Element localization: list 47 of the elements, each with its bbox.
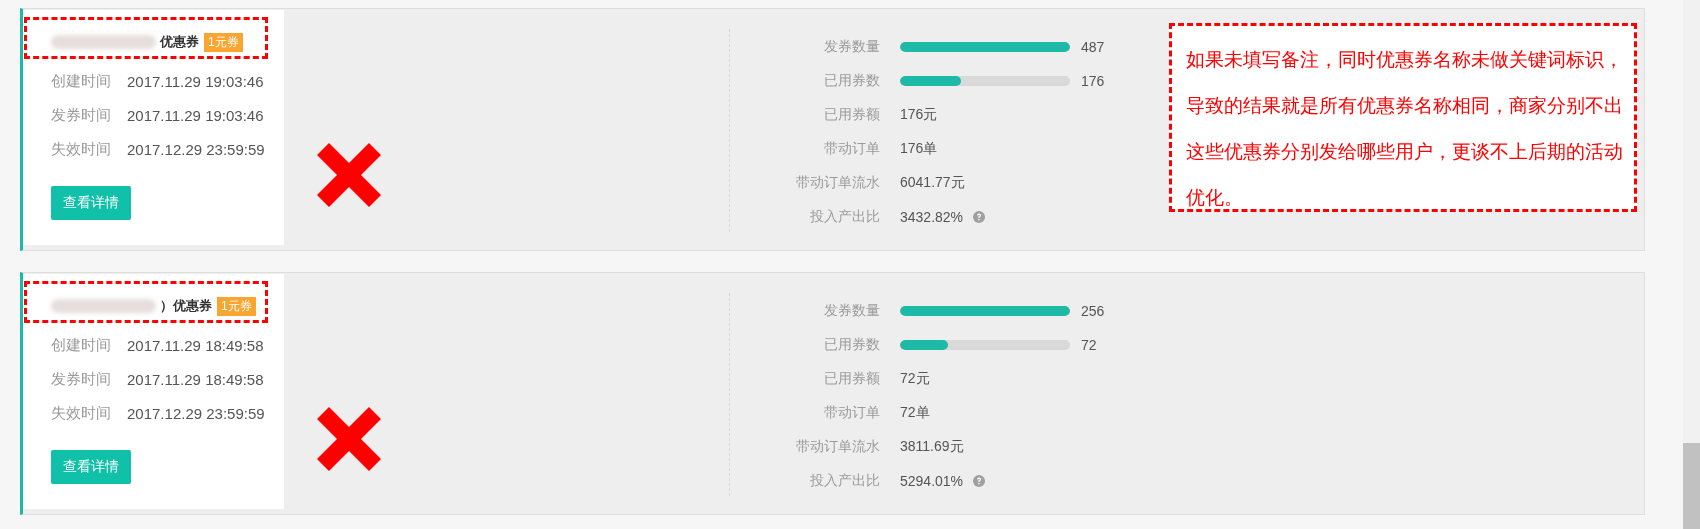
stat-value: 176: [1081, 73, 1105, 89]
stat-label: 已用券额: [823, 370, 880, 388]
stat-value: 72: [1081, 337, 1097, 353]
stat-label: 已用券额: [823, 106, 880, 124]
stat-label: 发券数量: [823, 302, 880, 320]
field-value: 2017.12.29 23:59:59: [127, 140, 265, 158]
help-icon: [973, 475, 986, 487]
stat-label: 已用券数: [823, 336, 880, 354]
field-label: 失效时间: [51, 403, 112, 423]
annotation-note: 如果未填写备注，同时优惠券名称未做关键词标识，导致的结果就是所有优惠券名称相同，商家分别不出这些优惠券分别发给哪些用户，更谈不上后期的活动优化。: [1169, 23, 1637, 212]
field-value: 2017.11.29 18:49:58: [127, 370, 264, 388]
stat-label: 带动订单: [823, 404, 880, 422]
stat-label: 已用券数: [823, 72, 880, 90]
stat-label: 带动订单流水: [795, 438, 880, 456]
field-label: 创建时间: [51, 335, 112, 355]
stat-value: 487: [1081, 39, 1105, 55]
coupon-tag: 1元券: [217, 296, 256, 316]
stat-value: 5294.01%: [900, 473, 964, 489]
field-value: 2017.11.29 19:03:46: [127, 106, 264, 124]
field-label: 创建时间: [51, 71, 112, 91]
stat-label: 发券数量: [823, 38, 880, 56]
stat-label: 带动订单: [823, 140, 880, 158]
details-button[interactable]: 查看详情: [51, 186, 131, 220]
field-value: 2017.11.29 19:03:46: [127, 72, 264, 90]
stat-label: 投入产出比: [809, 472, 880, 490]
field-value: 2017.11.29 18:49:58: [127, 336, 264, 354]
scrollbar-thumb[interactable]: [1683, 443, 1700, 529]
stat-label: 投入产出比: [809, 208, 880, 226]
help-icon: [973, 211, 986, 223]
field-label: 失效时间: [51, 139, 112, 159]
stat-label: 带动订单流水: [795, 174, 880, 192]
stat-value: 176元: [900, 106, 938, 124]
field-label: 发券时间: [51, 369, 112, 389]
stat-value: 3811.69元: [900, 438, 964, 456]
stat-value: 3432.82%: [900, 209, 964, 225]
field-value: 2017.12.29 23:59:59: [127, 404, 265, 422]
stat-value: 256: [1081, 303, 1105, 319]
coupon-title: 优惠券: [160, 33, 199, 51]
scrollbar[interactable]: [1683, 0, 1700, 529]
coupon-title: ）优惠券: [160, 297, 212, 315]
stat-value: 72单: [900, 404, 930, 422]
field-label: 发券时间: [51, 105, 112, 125]
details-button[interactable]: 查看详情: [51, 450, 131, 484]
coupon-tag: 1元券: [204, 32, 243, 52]
stat-value: 176单: [900, 140, 938, 158]
stat-value: 72元: [900, 370, 930, 388]
stat-value: 6041.77元: [900, 174, 965, 192]
